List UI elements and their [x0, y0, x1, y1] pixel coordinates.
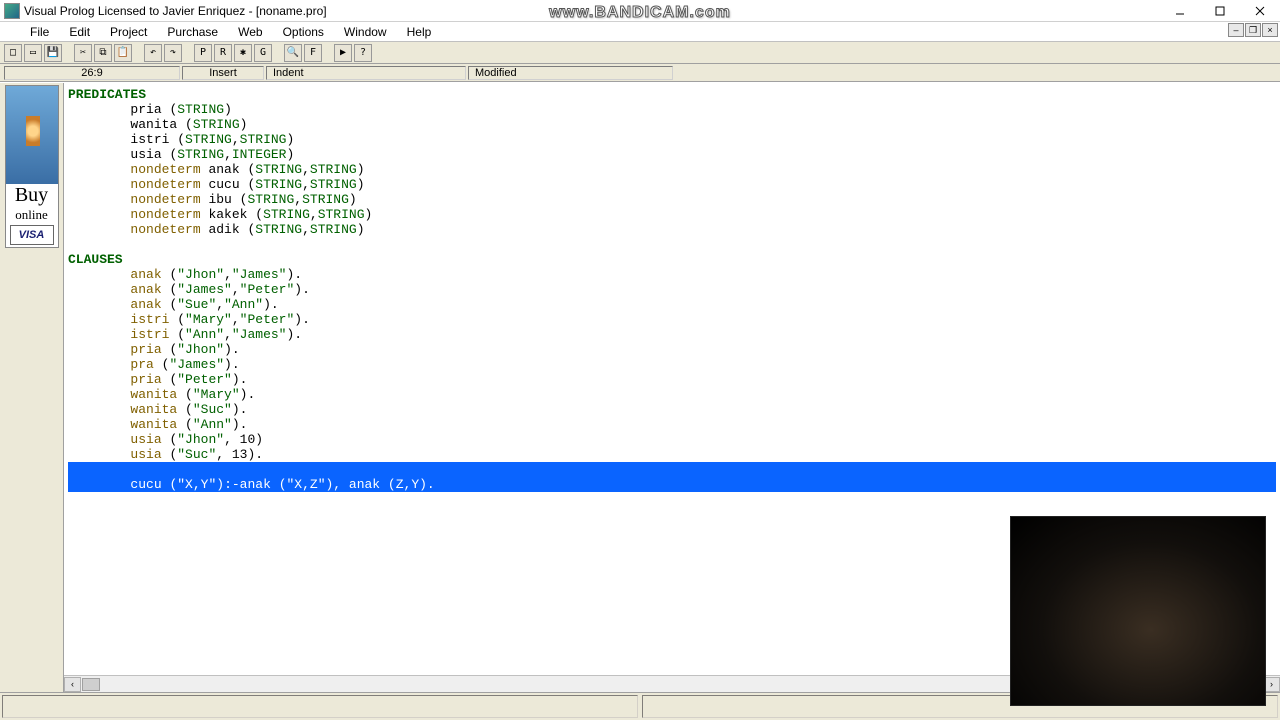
code-line[interactable]: pria ("Jhon").: [68, 342, 1276, 357]
menu-options[interactable]: Options: [277, 23, 330, 41]
code-line[interactable]: istri ("Ann","James").: [68, 327, 1276, 342]
code-line[interactable]: wanita ("Suc").: [68, 402, 1276, 417]
project-button[interactable]: P: [194, 44, 212, 62]
menu-edit[interactable]: Edit: [63, 23, 96, 41]
scroll-left-button[interactable]: ‹: [64, 677, 81, 692]
menu-help[interactable]: Help: [401, 23, 438, 41]
menu-bar: File Edit Project Purchase Web Options W…: [0, 22, 1280, 42]
menu-window[interactable]: Window: [338, 23, 393, 41]
app-icon: [4, 3, 20, 19]
maximize-button[interactable]: [1200, 1, 1240, 21]
mdi-minimize-button[interactable]: –: [1228, 23, 1244, 37]
close-button[interactable]: [1240, 1, 1280, 21]
mdi-close-button[interactable]: ×: [1262, 23, 1278, 37]
code-line[interactable]: istri ("Mary","Peter").: [68, 312, 1276, 327]
scroll-thumb[interactable]: [82, 678, 100, 691]
code-line[interactable]: nondeterm ibu (STRING,STRING): [68, 192, 1276, 207]
new-file-button[interactable]: □: [4, 44, 22, 62]
run-button[interactable]: ▶: [334, 44, 352, 62]
visa-icon: VISA: [10, 225, 54, 245]
code-line[interactable]: istri (STRING,STRING): [68, 132, 1276, 147]
title-bar: Visual Prolog Licensed to Javier Enrique…: [0, 0, 1280, 22]
code-line[interactable]: anak ("James","Peter").: [68, 282, 1276, 297]
toolbar: □ ▭ 💾 ✂ ⧉ 📋 ↶ ↷ P R ✱ G 🔍 F ▶ ?: [0, 42, 1280, 64]
paste-button[interactable]: 📋: [114, 44, 132, 62]
mdi-controls: – ❐ ×: [1228, 23, 1278, 37]
code-line[interactable]: nondeterm kakek (STRING,STRING): [68, 207, 1276, 222]
find-button[interactable]: 🔍: [284, 44, 302, 62]
menu-purchase[interactable]: Purchase: [161, 23, 224, 41]
menu-web[interactable]: Web: [232, 23, 268, 41]
r-button[interactable]: R: [214, 44, 232, 62]
code-line[interactable]: CLAUSES: [68, 252, 1276, 267]
window-title: Visual Prolog Licensed to Javier Enrique…: [24, 4, 327, 18]
webcam-overlay: [1010, 516, 1266, 706]
goal-button[interactable]: G: [254, 44, 272, 62]
code-line[interactable]: wanita ("Mary").: [68, 387, 1276, 402]
code-line[interactable]: pra ("James").: [68, 357, 1276, 372]
code-line[interactable]: pria (STRING): [68, 102, 1276, 117]
code-line[interactable]: [68, 237, 1276, 252]
ad-image: [6, 86, 58, 184]
code-line[interactable]: pria ("Peter").: [68, 372, 1276, 387]
buy-online-ad[interactable]: Buy online VISA: [5, 85, 59, 248]
modified-indicator: Modified: [468, 66, 673, 80]
copy-button[interactable]: ⧉: [94, 44, 112, 62]
insert-mode-indicator: Insert: [182, 66, 264, 80]
save-file-button[interactable]: 💾: [44, 44, 62, 62]
cursor-position: 26:9: [4, 66, 180, 80]
code-line[interactable]: nondeterm cucu (STRING,STRING): [68, 177, 1276, 192]
menu-file[interactable]: File: [24, 23, 55, 41]
redo-button[interactable]: ↷: [164, 44, 182, 62]
sidebar: Buy online VISA: [0, 83, 64, 692]
code-line[interactable]: wanita ("Ann").: [68, 417, 1276, 432]
code-line[interactable]: wanita (STRING): [68, 117, 1276, 132]
ad-buy-label: Buy: [6, 184, 58, 207]
code-line[interactable]: usia ("Jhon", 10): [68, 432, 1276, 447]
editor-status-bar: 26:9 Insert Indent Modified: [0, 64, 1280, 82]
code-line[interactable]: usia ("Suc", 13).: [68, 447, 1276, 462]
ad-online-label: online: [6, 207, 58, 223]
mdi-restore-button[interactable]: ❐: [1245, 23, 1261, 37]
code-line[interactable]: PREDICATES: [68, 87, 1276, 102]
minimize-button[interactable]: [1160, 1, 1200, 21]
indent-mode-indicator: Indent: [266, 66, 466, 80]
cut-button[interactable]: ✂: [74, 44, 92, 62]
menu-project[interactable]: Project: [104, 23, 153, 41]
code-line[interactable]: usia (STRING,INTEGER): [68, 147, 1276, 162]
code-line[interactable]: cucu ("X,Y"):-anak ("X,Z"), anak (Z,Y).: [68, 477, 1276, 492]
code-line[interactable]: anak ("Jhon","James").: [68, 267, 1276, 282]
message-pane-left: [2, 695, 638, 718]
code-line[interactable]: nondeterm anak (STRING,STRING): [68, 162, 1276, 177]
code-line[interactable]: nondeterm adik (STRING,STRING): [68, 222, 1276, 237]
code-line[interactable]: anak ("Sue","Ann").: [68, 297, 1276, 312]
debug-button[interactable]: ✱: [234, 44, 252, 62]
code-line[interactable]: [68, 462, 1276, 477]
undo-button[interactable]: ↶: [144, 44, 162, 62]
f-button[interactable]: F: [304, 44, 322, 62]
help-button[interactable]: ?: [354, 44, 372, 62]
open-file-button[interactable]: ▭: [24, 44, 42, 62]
